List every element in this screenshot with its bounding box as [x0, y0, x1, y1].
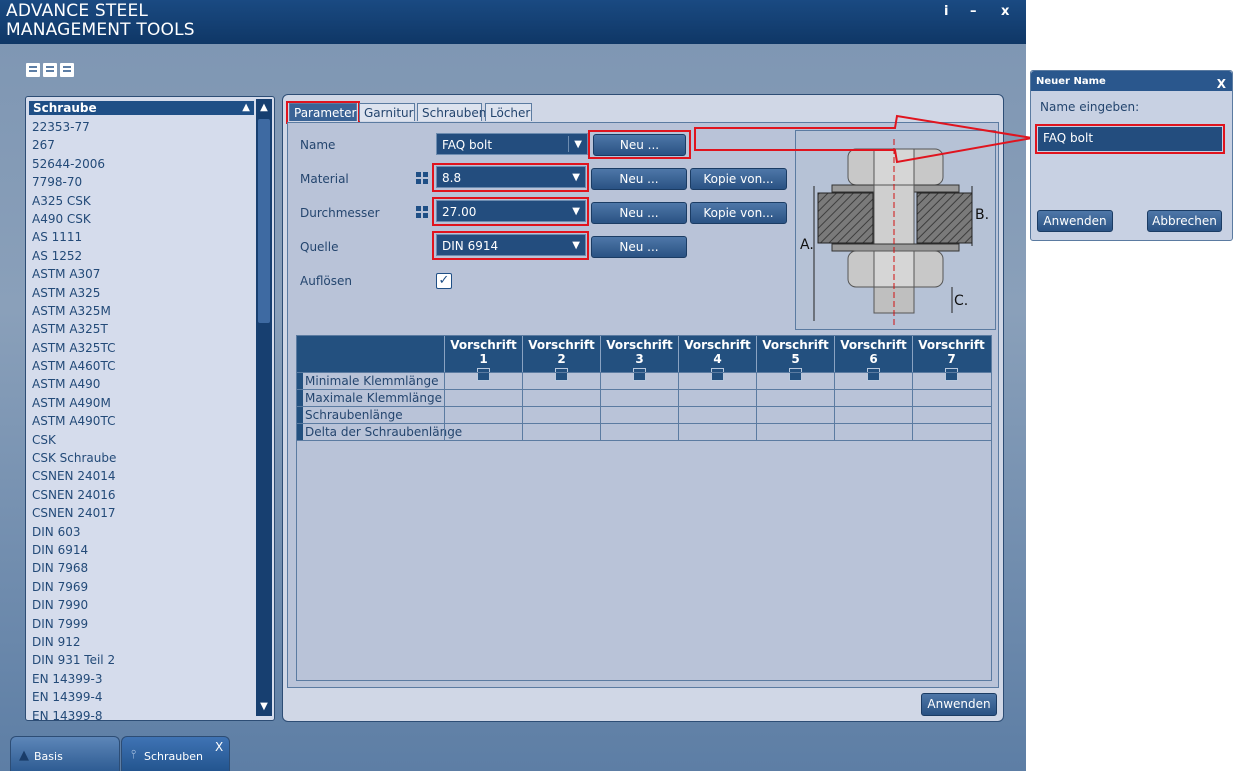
dialog-cancel-button[interactable]: Abbrechen [1147, 210, 1222, 232]
dialog-apply-button[interactable]: Anwenden [1037, 210, 1113, 232]
dialog-title: Neuer Name X [1031, 71, 1232, 91]
dialog-name-input[interactable]: FAQ bolt [1038, 127, 1222, 151]
arrow-shape [694, 114, 1033, 164]
dialog-prompt: Name eingeben: [1040, 100, 1140, 114]
dialog-close-icon[interactable]: X [1217, 73, 1226, 95]
new-name-dialog: Neuer Name X Name eingeben: FAQ bolt Anw… [1030, 70, 1233, 241]
dialog-title-label: Neuer Name [1036, 76, 1106, 87]
